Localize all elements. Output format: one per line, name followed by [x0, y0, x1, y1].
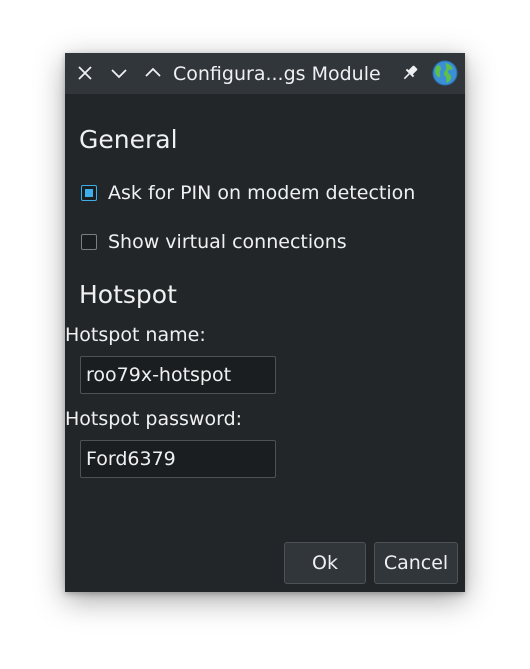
ask-pin-checkbox[interactable] [81, 185, 97, 201]
app-menu-button[interactable] [432, 60, 458, 86]
close-icon [78, 66, 92, 80]
chevron-down-icon [111, 69, 127, 79]
show-virtual-label: Show virtual connections [108, 231, 347, 253]
ask-pin-checkbox-row[interactable]: Ask for PIN on modem detection [81, 180, 415, 206]
hotspot-password-label: Hotspot password: [65, 408, 243, 430]
general-heading: General [79, 125, 178, 154]
hotspot-name-input[interactable] [80, 356, 276, 394]
ok-button[interactable]: Ok [284, 542, 366, 584]
show-virtual-checkbox-row[interactable]: Show virtual connections [81, 229, 347, 255]
ask-pin-label: Ask for PIN on modem detection [108, 182, 416, 204]
globe-icon [432, 60, 458, 86]
hotspot-name-label: Hotspot name: [65, 324, 206, 346]
hotspot-password-input[interactable] [80, 440, 276, 478]
maximize-button[interactable] [142, 62, 164, 84]
cancel-button[interactable]: Cancel [374, 542, 458, 584]
show-virtual-checkbox[interactable] [81, 234, 97, 250]
hotspot-heading: Hotspot [79, 280, 177, 309]
window-title: Configura...gs Module [173, 63, 381, 85]
chevron-up-icon [145, 67, 161, 77]
settings-dialog: Configura...gs Module General Ask for PI… [65, 53, 465, 592]
minimize-button[interactable] [108, 62, 130, 84]
close-button[interactable] [74, 62, 96, 84]
pin-icon [403, 65, 418, 80]
pin-button[interactable] [399, 62, 421, 84]
title-bar[interactable]: Configura...gs Module [65, 53, 465, 94]
